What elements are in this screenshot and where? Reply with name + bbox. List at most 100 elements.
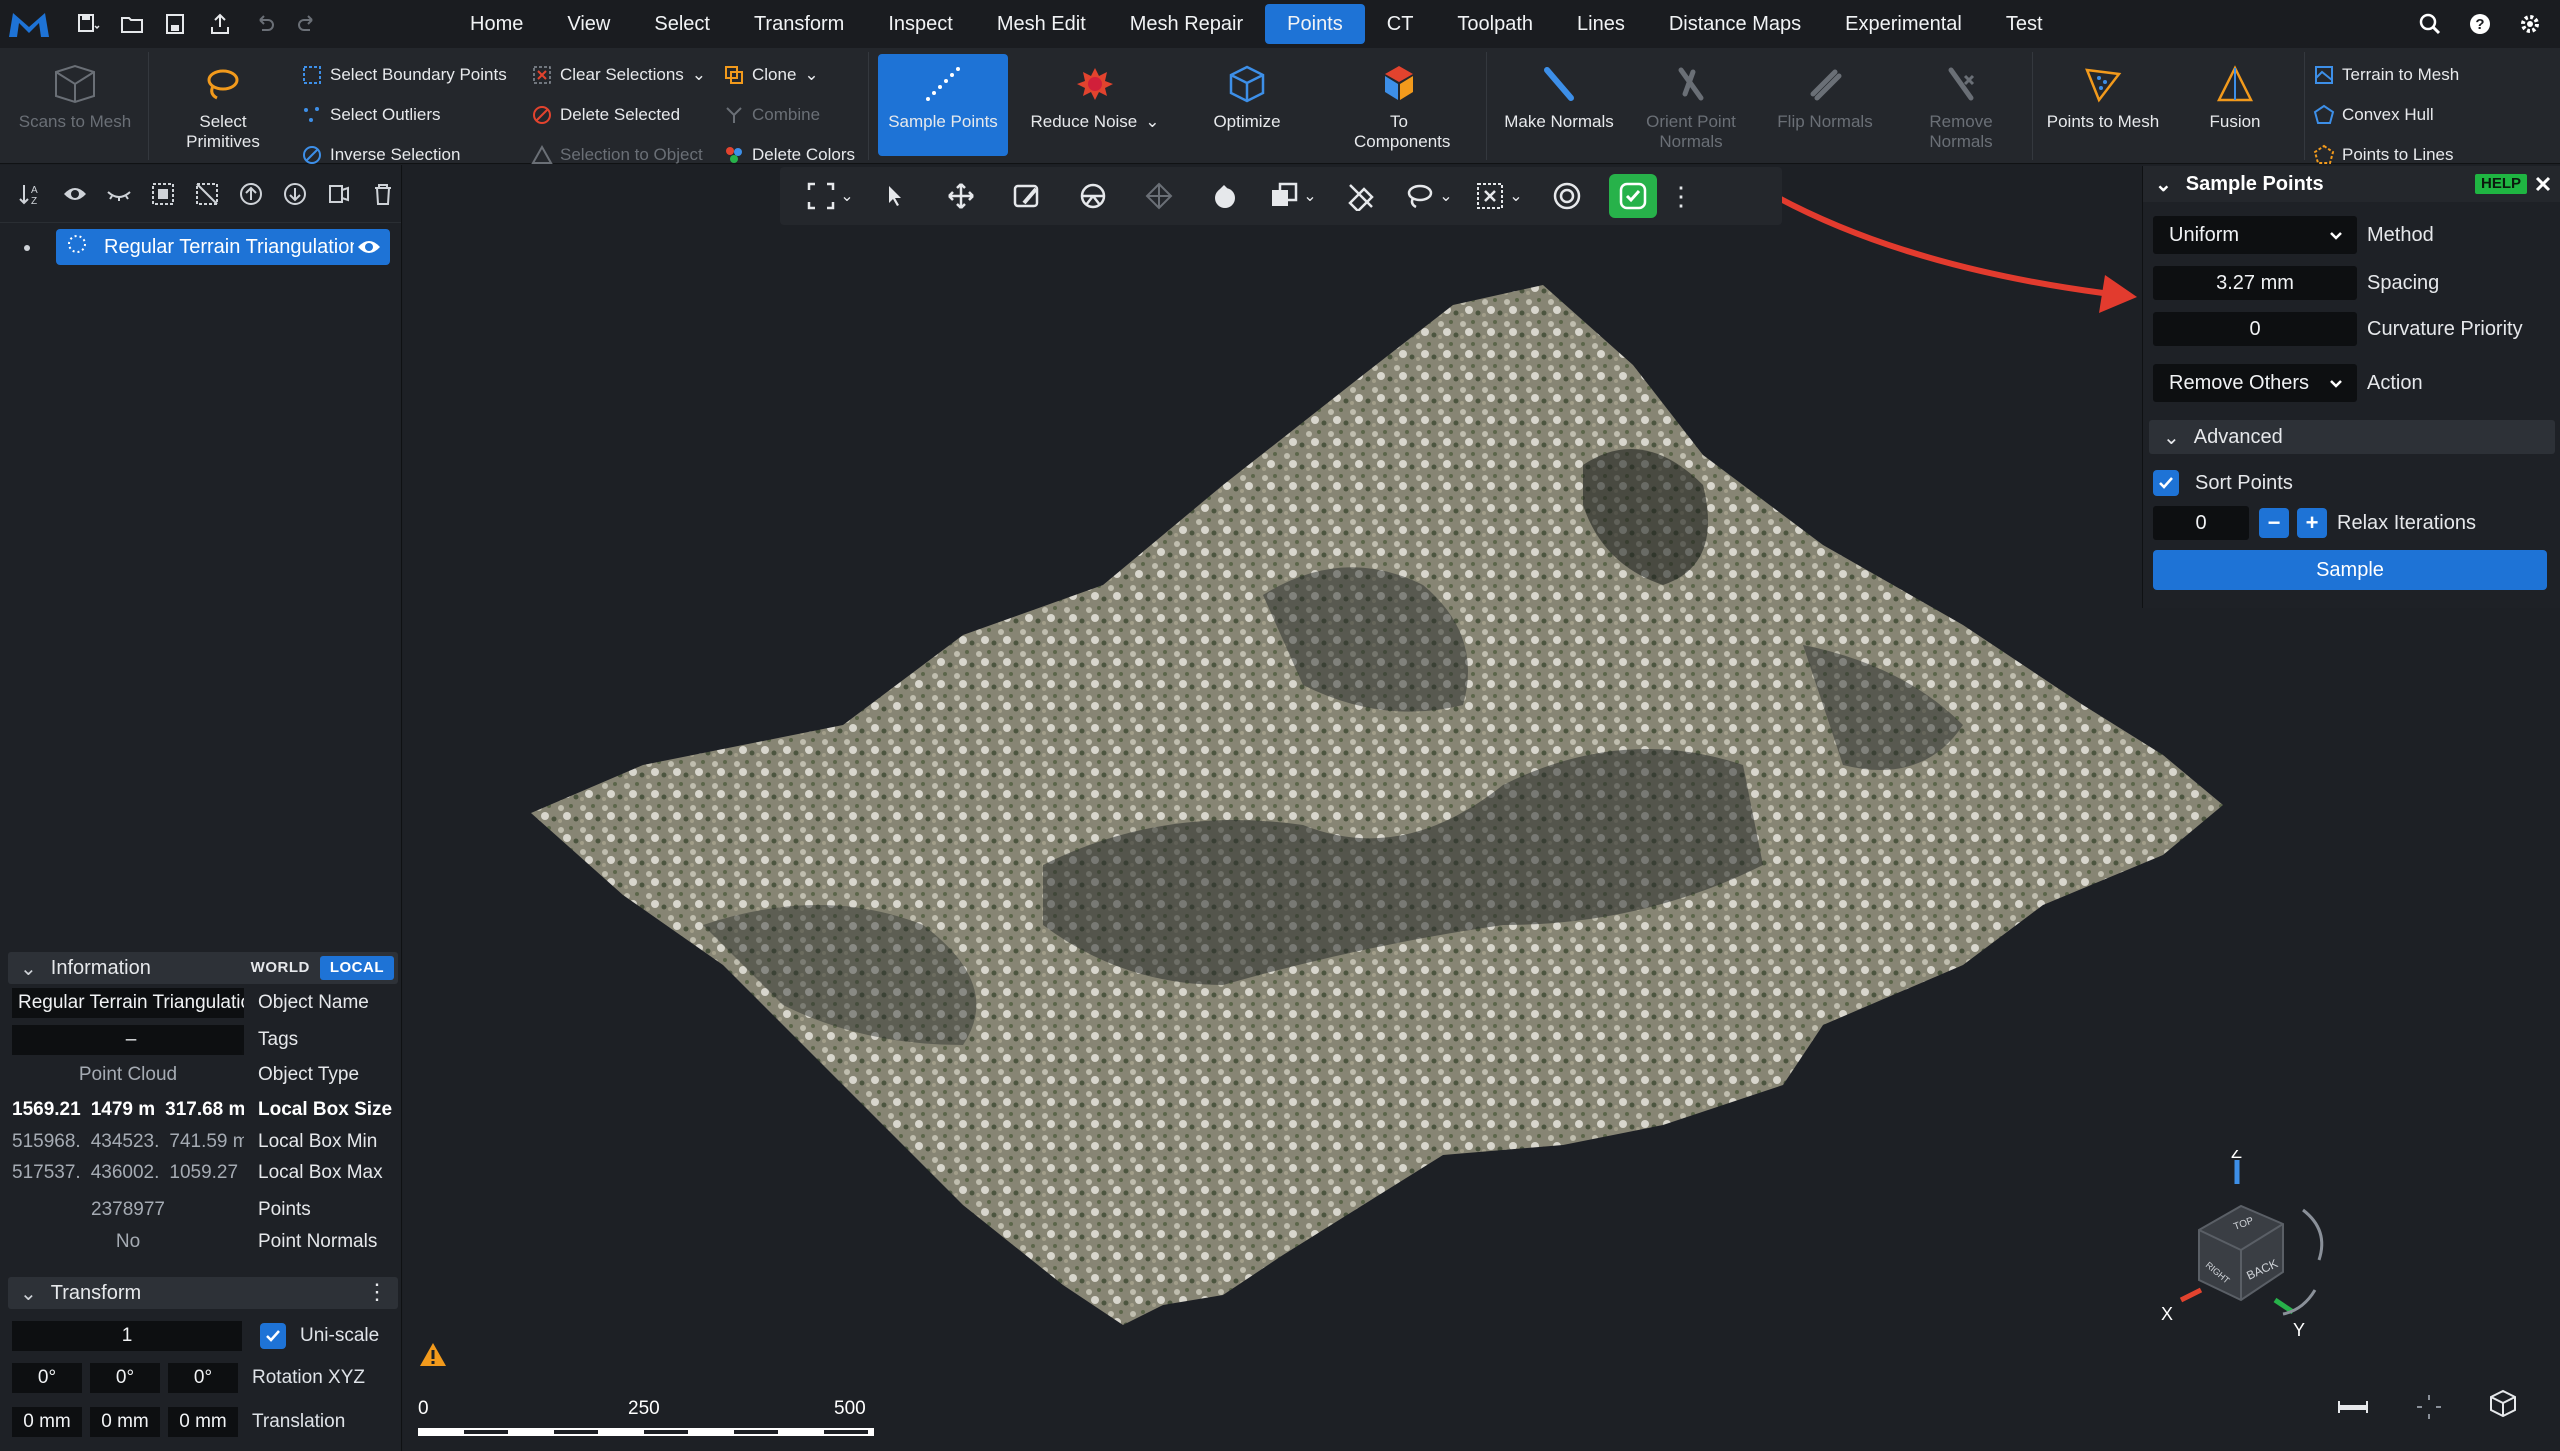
object-name-field[interactable]: Regular Terrain Triangulation: [12, 988, 244, 1018]
tab-mesh-edit[interactable]: Mesh Edit: [975, 4, 1108, 44]
measure-icon[interactable]: [2333, 1387, 2373, 1427]
clone-dropdown[interactable]: Clone ⌄: [722, 62, 819, 88]
rotation-y-input[interactable]: 0°: [90, 1363, 160, 1393]
app-logo-icon[interactable]: [0, 0, 58, 48]
sort-points-checkbox[interactable]: [2153, 470, 2179, 496]
scene-tree-item[interactable]: Regular Terrain Triangulation: [56, 229, 390, 265]
visibility-eye-icon[interactable]: [356, 235, 382, 265]
tab-mesh-repair[interactable]: Mesh Repair: [1108, 4, 1265, 44]
rotation-z-input[interactable]: 0°: [168, 1363, 238, 1393]
tab-test[interactable]: Test: [1984, 4, 2065, 44]
sample-button[interactable]: Sample: [2153, 550, 2547, 590]
box-deselect-icon[interactable]: ⌄: [1464, 171, 1534, 221]
select-boundary-points-button[interactable]: Select Boundary Points: [300, 62, 507, 88]
method-dropdown[interactable]: Uniform: [2153, 216, 2357, 254]
relax-iterations-input[interactable]: 0: [2153, 506, 2249, 540]
clip-plane-icon[interactable]: [1328, 171, 1394, 221]
tab-points[interactable]: Points: [1265, 4, 1365, 44]
orient-point-normals-button[interactable]: Orient Point Normals: [1626, 60, 1756, 152]
shading-icon[interactable]: [1192, 171, 1258, 221]
move-up-icon[interactable]: [234, 177, 268, 211]
view-cube-gizmo[interactable]: Z X Y TOP BACK RIGHT: [2143, 1150, 2373, 1350]
uniscale-checkbox[interactable]: [260, 1323, 286, 1349]
warning-icon[interactable]: [418, 1340, 448, 1370]
action-dropdown[interactable]: Remove Others: [2153, 364, 2357, 402]
tab-experimental[interactable]: Experimental: [1823, 4, 1984, 44]
combine-button[interactable]: Combine: [722, 102, 820, 128]
tab-toolpath[interactable]: Toolpath: [1435, 4, 1555, 44]
make-normals-button[interactable]: Make Normals: [1494, 60, 1624, 132]
redo-icon[interactable]: [288, 4, 328, 44]
export-icon[interactable]: [200, 4, 240, 44]
select-primitives-button[interactable]: Select Primitives: [160, 60, 286, 152]
trash-icon[interactable]: [366, 177, 400, 211]
mirror-icon[interactable]: [322, 177, 356, 211]
sample-points-button[interactable]: Sample Points: [878, 54, 1008, 156]
tags-field[interactable]: –: [12, 1025, 244, 1055]
tab-ct[interactable]: CT: [1365, 4, 1436, 44]
fit-selection-icon[interactable]: ⌄: [798, 171, 862, 221]
scale-input[interactable]: 1: [12, 1321, 242, 1351]
help-badge[interactable]: HELP: [2474, 174, 2527, 194]
more-options-icon[interactable]: ⋮: [366, 1279, 388, 1305]
tab-distance-maps[interactable]: Distance Maps: [1647, 4, 1823, 44]
fit-view-icon[interactable]: [2409, 1387, 2449, 1427]
more-options-icon[interactable]: ⋮: [1666, 171, 1696, 221]
reduce-noise-button[interactable]: Reduce Noise ⌄: [1030, 60, 1160, 132]
advanced-section-header[interactable]: ⌄ Advanced: [2149, 420, 2555, 454]
scans-to-mesh-button[interactable]: Scans to Mesh: [10, 60, 140, 132]
eye-icon[interactable]: [58, 177, 92, 211]
boolean-view-icon[interactable]: ⌄: [1258, 171, 1328, 221]
help-icon[interactable]: ?: [2460, 4, 2500, 44]
settings-gear-icon[interactable]: [2510, 4, 2550, 44]
select-outliers-button[interactable]: Select Outliers: [300, 102, 441, 128]
curvature-priority-input[interactable]: 0: [2153, 312, 2357, 346]
translation-y-input[interactable]: 0 mm: [90, 1407, 160, 1437]
undo-icon[interactable]: [244, 4, 284, 44]
optimize-button[interactable]: Optimize: [1182, 60, 1312, 132]
target-icon[interactable]: [1534, 171, 1600, 221]
eye-closed-icon[interactable]: [102, 177, 136, 211]
select-all-icon[interactable]: [146, 177, 180, 211]
decrement-button[interactable]: −: [2259, 508, 2289, 538]
remove-normals-button[interactable]: Remove Normals: [1896, 60, 2026, 152]
rotation-x-input[interactable]: 0°: [12, 1363, 82, 1393]
lasso-select-icon[interactable]: ⌄: [1394, 171, 1464, 221]
tab-lines[interactable]: Lines: [1555, 4, 1647, 44]
brush-select-icon[interactable]: [994, 171, 1060, 221]
confirm-check-icon[interactable]: [1609, 174, 1657, 218]
orbit-icon[interactable]: [1060, 171, 1126, 221]
clear-selections-dropdown[interactable]: Clear Selections ⌄: [530, 62, 706, 88]
world-local-toggle[interactable]: WORLD LOCAL: [241, 956, 394, 980]
move-down-icon[interactable]: [278, 177, 312, 211]
tab-select[interactable]: Select: [632, 4, 732, 44]
deselect-icon[interactable]: [190, 177, 224, 211]
tab-view[interactable]: View: [545, 4, 632, 44]
transform-section-header[interactable]: ⌄ Transform ⋮: [8, 1277, 398, 1309]
flip-normals-button[interactable]: Flip Normals: [1760, 60, 1890, 132]
save-as-icon[interactable]: [156, 4, 196, 44]
convex-hull-button[interactable]: Convex Hull: [2312, 102, 2434, 128]
tab-inspect[interactable]: Inspect: [866, 4, 974, 44]
sample-points-header[interactable]: ⌄ Sample Points HELP: [2143, 166, 2560, 202]
world-toggle[interactable]: WORLD: [241, 956, 320, 980]
view-cube-icon[interactable]: [2483, 1383, 2523, 1423]
translation-z-input[interactable]: 0 mm: [168, 1407, 238, 1437]
local-toggle[interactable]: LOCAL: [319, 956, 394, 980]
translation-x-input[interactable]: 0 mm: [12, 1407, 82, 1437]
fusion-button[interactable]: Fusion: [2172, 60, 2298, 132]
move-icon[interactable]: [928, 171, 994, 221]
information-section-header[interactable]: ⌄ Information WORLD LOCAL: [8, 952, 398, 984]
tab-transform[interactable]: Transform: [732, 4, 866, 44]
sort-icon[interactable]: AZ: [14, 177, 48, 211]
points-to-mesh-button[interactable]: Points to Mesh: [2040, 60, 2166, 132]
pointer-select-icon[interactable]: [862, 171, 928, 221]
terrain-to-mesh-button[interactable]: Terrain to Mesh: [2312, 62, 2459, 88]
increment-button[interactable]: +: [2297, 508, 2327, 538]
tab-home[interactable]: Home: [448, 4, 545, 44]
close-icon[interactable]: [2531, 172, 2555, 196]
delete-selected-button[interactable]: Delete Selected: [530, 102, 680, 128]
to-components-button[interactable]: To Components: [1334, 60, 1464, 152]
search-icon[interactable]: [2410, 4, 2450, 44]
spacing-input[interactable]: 3.27 mm: [2153, 266, 2357, 300]
